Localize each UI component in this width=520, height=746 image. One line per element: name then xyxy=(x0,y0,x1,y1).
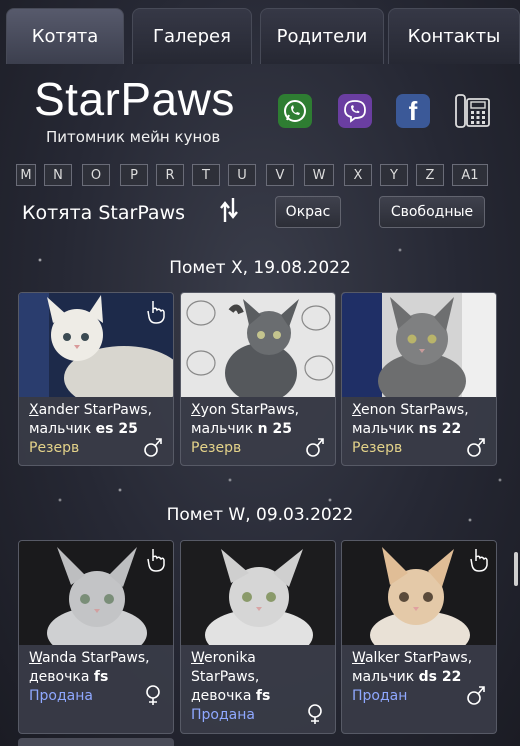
phone-icon[interactable] xyxy=(454,92,492,130)
hand-pointer-icon xyxy=(470,549,488,572)
letter-u[interactable]: U xyxy=(228,164,256,186)
kitten-name: Wanda StarPaws, xyxy=(29,650,150,666)
tab-label: Котята xyxy=(31,26,99,47)
letter-o[interactable]: O xyxy=(82,164,110,186)
letter-w[interactable]: W xyxy=(304,164,334,186)
male-icon xyxy=(144,438,162,457)
kitten-name: Weronika xyxy=(191,650,256,666)
letter-m[interactable]: M xyxy=(16,164,36,186)
main-nav: Котята Галерея Родители Контакты xyxy=(6,8,520,64)
kitten-name: Walker StarPaws, xyxy=(352,650,473,666)
viber-icon[interactable] xyxy=(338,94,372,128)
litter-title: Помет W, 09.03.2022 xyxy=(166,505,354,525)
available-filter-button[interactable]: Свободные xyxy=(379,196,485,228)
kitten-card[interactable]: Walker StarPaws, мальчик ds 22 Продан xyxy=(341,540,497,734)
kitten-photo xyxy=(181,541,335,645)
kitten-card[interactable]: Xenon StarPaws, мальчик ns 22 Резерв xyxy=(341,292,497,466)
kitten-photo xyxy=(342,541,496,645)
letter-x[interactable]: X xyxy=(344,164,372,186)
site-logo[interactable]: StarPaws xyxy=(34,72,235,126)
scrollbar-thumb[interactable] xyxy=(514,552,518,586)
kitten-name: Xenon StarPaws, xyxy=(352,402,469,418)
kitten-name-line2: StarPaws, xyxy=(191,669,260,685)
letter-n[interactable]: N xyxy=(44,164,72,186)
female-icon xyxy=(308,704,322,724)
tab-label: Родители xyxy=(276,26,368,47)
male-icon xyxy=(467,438,485,457)
tab-contacts[interactable]: Контакты xyxy=(388,8,520,64)
kitten-name: Xyon StarPaws, xyxy=(191,402,300,418)
letter-z[interactable]: Z xyxy=(416,164,444,186)
color-filter-button[interactable]: Окрас xyxy=(275,196,341,228)
kitten-card[interactable]: Xander StarPaws, мальчик es 25 Резерв xyxy=(18,292,174,466)
letter-y[interactable]: Y xyxy=(380,164,408,186)
sort-icon[interactable] xyxy=(218,196,240,224)
letter-a1[interactable]: A1 xyxy=(452,164,488,186)
next-kitten-card-partial[interactable] xyxy=(18,738,174,746)
male-icon xyxy=(467,686,485,705)
section-title: Котята StarPaws xyxy=(22,202,186,224)
hand-pointer-icon xyxy=(147,301,165,324)
letter-filter-bar: M N O P R T U V W X Y Z A1 xyxy=(0,164,520,186)
kitten-photo xyxy=(19,293,173,397)
kitten-photo xyxy=(181,293,335,397)
female-icon xyxy=(146,685,160,705)
kitten-card[interactable]: Weronika StarPaws, девочка fs Продана xyxy=(180,540,336,734)
litter-title: Помет X, 19.08.2022 xyxy=(169,258,351,278)
tab-gallery[interactable]: Галерея xyxy=(132,8,252,64)
facebook-glyph: f xyxy=(408,95,418,126)
kitten-card[interactable]: Wanda StarPaws, девочка fs Продана xyxy=(18,540,174,734)
male-icon xyxy=(306,438,324,457)
kitten-photo xyxy=(342,293,496,397)
letter-v[interactable]: V xyxy=(266,164,294,186)
kitten-photo xyxy=(19,541,173,645)
tab-label: Контакты xyxy=(407,26,501,47)
kitten-card[interactable]: Xyon StarPaws, мальчик n 25 Резерв xyxy=(180,292,336,466)
kitten-name: Xander StarPaws, xyxy=(29,402,153,418)
facebook-icon[interactable]: f xyxy=(396,94,430,128)
letter-p[interactable]: P xyxy=(120,164,148,186)
tab-label: Галерея xyxy=(153,26,231,47)
tab-parents[interactable]: Родители xyxy=(260,8,384,64)
whatsapp-icon[interactable] xyxy=(278,94,312,128)
tab-kittens[interactable]: Котята xyxy=(6,8,124,64)
site-tagline: Питомник мейн кунов xyxy=(46,128,221,146)
letter-r[interactable]: R xyxy=(156,164,184,186)
hand-pointer-icon xyxy=(147,549,165,572)
letter-t[interactable]: T xyxy=(192,164,220,186)
